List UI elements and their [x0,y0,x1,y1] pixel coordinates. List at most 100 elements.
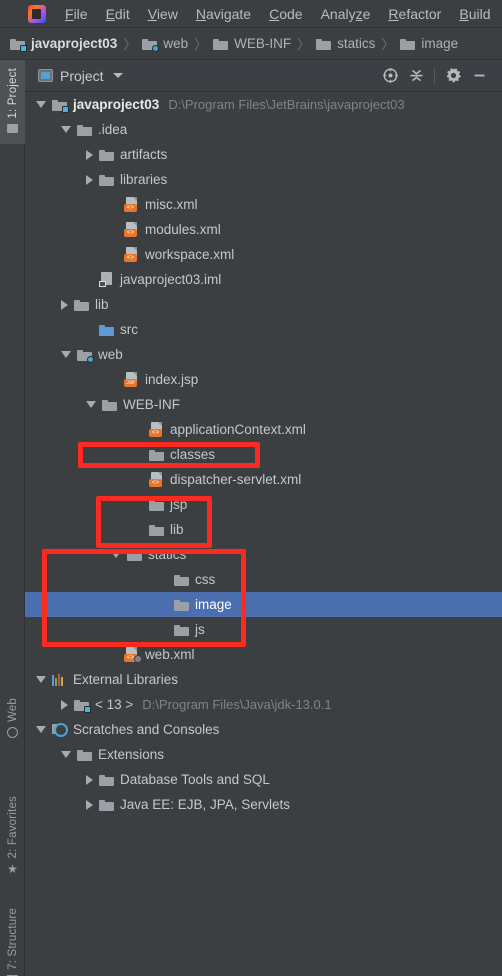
breadcrumb-separator: 〉 [123,37,137,52]
chevron-down-icon[interactable] [36,101,46,108]
tree-row[interactable]: statics [25,542,502,567]
menu-item-build[interactable]: Build [450,3,499,25]
chevron-down-icon[interactable] [111,551,121,558]
rail-button-favorites[interactable]: ★ 2: Favorites [0,788,25,884]
tree-row[interactable]: <> workspace.xml [25,242,502,267]
tree-row[interactable]: src [25,317,502,342]
tree-row[interactable]: <> misc.xml [25,192,502,217]
tree-row[interactable]: <> applicationContext.xml [25,417,502,442]
tree-row[interactable]: jsp [25,492,502,517]
chevron-right-icon[interactable] [86,799,93,810]
tree-row-label: index.jsp [145,372,199,387]
chevron-down-icon[interactable] [61,351,71,358]
rail-button-label: 2: Favorites [6,796,19,859]
panel-title: Project [60,67,104,84]
chevron-right-icon[interactable] [61,699,68,710]
tree-row[interactable]: web [25,342,502,367]
tree-row-label: External Libraries [73,672,179,687]
tree-row[interactable]: <> dispatcher-servlet.xml [25,467,502,492]
rail-button-project[interactable]: 1: Project [0,60,25,144]
globe-icon [7,727,18,741]
folder-icon [213,38,229,50]
project-view-icon [38,69,53,82]
tree-row[interactable]: javaproject03.iml [25,267,502,292]
tree-row[interactable]: Database Tools and SQL [25,767,502,792]
tree-row[interactable]: css [25,567,502,592]
toolbar-divider [434,67,435,84]
menu-item-analyze[interactable]: Analyze [312,3,380,25]
xml-tag-icon: <> [124,229,137,237]
chevron-right-icon[interactable] [86,774,93,785]
tree-row[interactable]: WEB-INF [25,392,502,417]
tree-row-label: dispatcher-servlet.xml [170,472,302,487]
tree-row[interactable]: .idea [25,117,502,142]
folder-icon [400,38,416,50]
menu-item-view[interactable]: View [139,3,187,25]
select-opened-file-icon[interactable] [377,63,403,89]
breadcrumb-item-web[interactable]: web [142,36,188,52]
chevron-down-icon[interactable] [86,401,96,408]
star-icon: ★ [7,862,18,877]
tree-row[interactable]: <> modules.xml [25,217,502,242]
project-tree[interactable]: javaproject03 D:\Program Files\JetBrains\… [25,92,502,976]
tree-row[interactable]: libraries [25,167,502,192]
breadcrumb-item-image[interactable]: image [400,36,458,51]
minimize-icon[interactable] [466,63,492,89]
chevron-down-icon[interactable] [112,73,123,78]
tree-row-path: D:\Program Files\JetBrains\javaproject03 [168,97,405,112]
tree-row[interactable]: image [25,592,502,617]
menu-item-navigate[interactable]: Navigate [187,3,260,25]
folder-web-icon [77,349,94,363]
collapse-all-icon[interactable] [403,63,429,89]
tree-row-label: classes [170,447,216,462]
folder-source-icon [99,324,114,336]
tree-row-label: Extensions [98,747,165,762]
jsp-file-icon: JSP [124,372,139,387]
tree-row[interactable]: JSP index.jsp [25,367,502,392]
tree-row[interactable]: External Libraries [25,667,502,692]
tree-row-path: D:\Program Files\Java\jdk-13.0.1 [142,697,332,712]
breadcrumb-item-javaproject03[interactable]: javaproject03 [10,36,117,52]
menu-item-edit[interactable]: Edit [97,3,139,25]
rail-button-label: 1: Project [6,68,19,119]
breadcrumb-item-statics[interactable]: statics [316,36,375,51]
module-badge-icon [84,705,91,713]
menu-item-code[interactable]: Code [260,3,311,25]
tree-row-label: statics [148,547,187,562]
tree-row[interactable]: js [25,617,502,642]
tree-row[interactable]: Scratches and Consoles [25,717,502,742]
gear-icon[interactable] [440,63,466,89]
tree-row[interactable]: <> web.xml [25,642,502,667]
tree-row-label: css [195,572,216,587]
tree-row[interactable]: lib [25,292,502,317]
tree-row[interactable]: lib [25,517,502,542]
menu-item-file[interactable]: File [56,3,97,25]
chevron-right-icon[interactable] [86,174,93,185]
tree-row[interactable]: classes [25,442,502,467]
menu-item-refactor[interactable]: Refactor [379,3,450,25]
tree-row[interactable]: javaproject03 D:\Program Files\JetBrains\… [25,92,502,117]
chevron-down-icon[interactable] [61,126,71,133]
breadcrumb[interactable]: javaproject03 〉 web 〉 WEB-INF 〉 statics 〉 image [0,28,502,60]
xml-file-icon: <> [149,422,164,437]
folder-icon [316,38,332,50]
rail-button-web[interactable]: Web [0,690,25,749]
breadcrumb-label: WEB-INF [234,36,292,51]
chevron-down-icon[interactable] [36,676,46,683]
tree-row[interactable]: Extensions [25,742,502,767]
folder-icon [77,749,92,761]
tree-row[interactable]: Java EE: EJB, JPA, Servlets [25,792,502,817]
chevron-down-icon[interactable] [61,751,71,758]
module-badge-icon [62,105,69,113]
chevron-down-icon[interactable] [36,726,46,733]
tree-row[interactable]: < 13 > D:\Program Files\Java\jdk-13.0.1 [25,692,502,717]
scratches-icon [52,723,68,737]
tree-row-label: < 13 > [95,697,134,712]
tree-row-label: applicationContext.xml [170,422,306,437]
chevron-right-icon[interactable] [86,149,93,160]
tree-row[interactable]: artifacts [25,142,502,167]
tree-row-label: misc.xml [145,197,198,212]
chevron-right-icon[interactable] [61,299,68,310]
breadcrumb-item-web-inf[interactable]: WEB-INF [213,36,291,51]
rail-button-structure[interactable]: 7: Structure [0,900,25,976]
